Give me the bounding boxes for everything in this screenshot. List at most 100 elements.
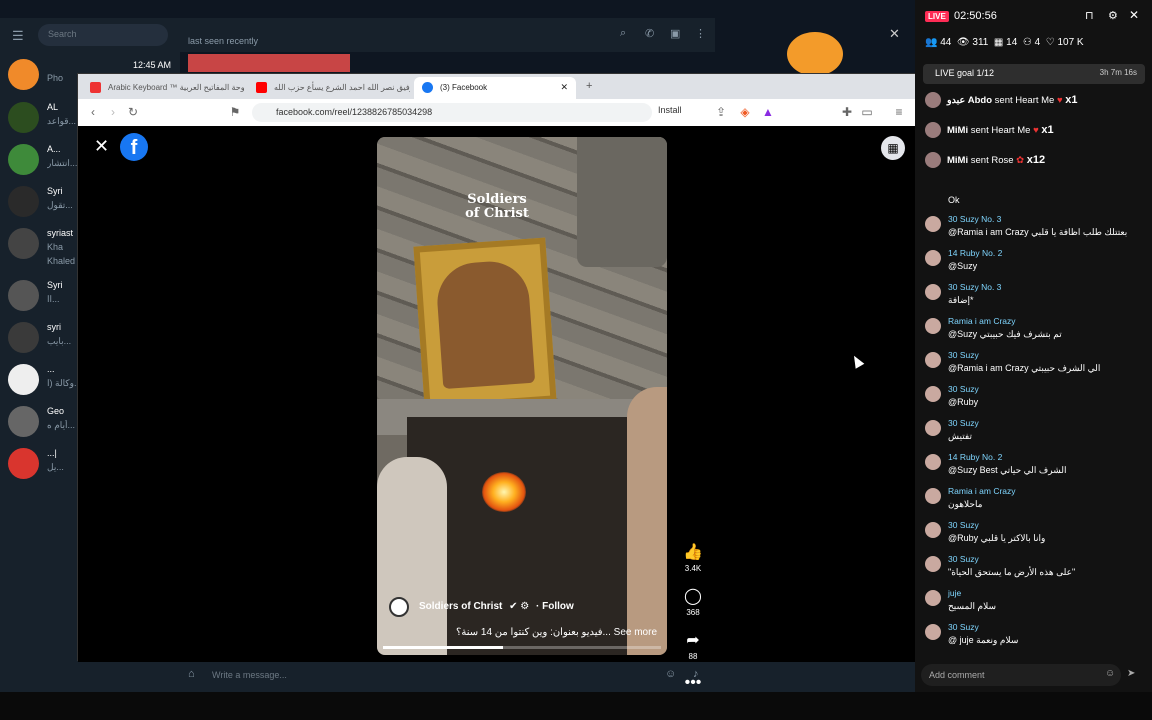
tab-bar: Arabic Keyboard ™ لوحة المفاتيح العربية … xyxy=(78,74,916,99)
follow-button[interactable]: · Follow xyxy=(536,601,574,612)
comment-text: Ok xyxy=(948,195,960,205)
search-icon[interactable]: ⌕ xyxy=(620,27,626,40)
likes-count: 107 K xyxy=(1057,37,1084,48)
chat-preview: Kha xyxy=(47,242,64,252)
reload-icon[interactable]: ↻ xyxy=(126,105,140,119)
avatar xyxy=(8,280,39,311)
live-badge: LIVE xyxy=(925,11,949,22)
chat-list-item[interactable]: AL قواعد... xyxy=(0,98,80,138)
back-icon[interactable]: ‹ xyxy=(86,105,100,119)
chat-list-item[interactable]: syriast Kha Khaled xyxy=(0,224,80,270)
emoji-icon[interactable]: ☺ xyxy=(1105,668,1115,679)
message-input[interactable]: Write a message... xyxy=(212,670,287,680)
add-comment-input[interactable]: Add comment xyxy=(921,664,1121,686)
comment-text: إضافة* xyxy=(948,295,974,305)
chat-preview: تقول... xyxy=(47,200,73,210)
facebook-reel-viewer: ✕ f ▦ Soldiers of Christ Soldiers of Chr… xyxy=(78,126,916,691)
reel-video[interactable]: Soldiers of Christ Soldiers of Christ ✔ … xyxy=(377,137,667,655)
tab-label: (3) Facebook xyxy=(440,83,488,92)
chat-list-item[interactable]: A... انتشار... xyxy=(0,140,80,180)
chat-preview: اا... xyxy=(47,294,60,304)
chat-name: ...| xyxy=(47,448,57,458)
progress-fill xyxy=(383,646,503,649)
lock-icon[interactable]: ⊓ xyxy=(1085,9,1094,22)
close-icon[interactable]: ✕ xyxy=(94,136,109,157)
sidebar-icon[interactable]: ▭ xyxy=(860,105,874,119)
chat-preview: انتشار... xyxy=(47,158,78,168)
more-icon[interactable]: ⋮ xyxy=(695,27,706,40)
live-goal[interactable]: LIVE goal 1/12 3h 7m 16s xyxy=(923,64,1145,84)
more-options-button[interactable]: ••• xyxy=(678,674,708,692)
chat-list-item[interactable]: Geo أيام ه... xyxy=(0,402,80,442)
heart-gift-icon: ♥ xyxy=(1056,95,1063,106)
live-panel: LIVE 02:50:56 ⊓ ⚙ ✕ 👥 44 👁 311 ▦ 14 ⚇ 4 … xyxy=(915,0,1152,692)
share-count: 88 xyxy=(688,652,698,661)
comment-user: Ramia i am Crazy xyxy=(948,486,1016,496)
send-icon[interactable]: ➤ xyxy=(1127,668,1135,679)
comment-user: Ramia i am Crazy xyxy=(948,316,1016,326)
new-tab-button[interactable]: + xyxy=(586,80,592,92)
share-icon[interactable]: ⇪ xyxy=(714,105,728,119)
reel-caption[interactable]: فيديو بعنوان: وين كنتوا من 14 سنة؟... Se… xyxy=(452,627,657,638)
brave-shield-icon[interactable]: ◈ xyxy=(738,105,752,119)
close-icon[interactable]: ✕ xyxy=(889,26,900,42)
chat-list-item[interactable]: ...| يل... xyxy=(0,444,80,484)
thumbs-up-icon: 👍 xyxy=(683,544,703,561)
search-input[interactable]: Search xyxy=(38,24,168,46)
tab-youtube[interactable]: رفيق نصر الله احمد الشرع يسأع حزب الله xyxy=(248,77,410,99)
facebook-logo-icon[interactable]: f xyxy=(120,133,148,161)
chat-preview: يل... xyxy=(47,462,64,472)
phone-icon[interactable]: ✆ xyxy=(645,27,654,40)
comment-text: @Suzy Best الشرف الي حياتي xyxy=(948,465,1067,475)
close-icon[interactable]: ✕ xyxy=(1129,8,1139,22)
menu-grid-icon[interactable]: ▦ xyxy=(881,136,905,160)
chat-list-item[interactable]: ... وكالة (ا... xyxy=(0,360,80,400)
comment-button[interactable]: ◯ 368 xyxy=(678,586,708,617)
verified-icon: ✔ ⚙ xyxy=(509,601,530,612)
gift-action: sent Heart Me xyxy=(994,95,1055,106)
media-thumbnail[interactable] xyxy=(188,54,350,72)
chat-list-item[interactable]: syri بايب... xyxy=(0,318,80,358)
channel-name[interactable]: Soldiers of Christ ✔ ⚙ · Follow xyxy=(419,601,574,612)
comment-text: @ juje سلام ونعمة xyxy=(948,635,1019,645)
install-button[interactable]: Install xyxy=(658,105,682,115)
avatar[interactable] xyxy=(389,597,409,617)
chat-list-item[interactable]: Pho xyxy=(0,55,80,95)
like-button[interactable]: 👍 3.4K xyxy=(678,542,708,573)
avatar xyxy=(925,284,941,300)
channel-name-text: Soldiers of Christ xyxy=(419,601,503,612)
url-bar[interactable]: facebook.com/reel/1238826785034298 xyxy=(252,103,652,122)
video-progress-bar[interactable] xyxy=(383,646,661,649)
avatar xyxy=(925,352,941,368)
chat-list-item[interactable]: Syri اا... xyxy=(0,276,80,316)
chat-list-item[interactable]: Syri تقول... xyxy=(0,182,80,222)
bookmark-icon[interactable]: ⚑ xyxy=(228,105,242,119)
gift-user: MiMi xyxy=(947,155,969,166)
chat-name: AL xyxy=(47,102,59,112)
avatar xyxy=(8,59,39,90)
avatar xyxy=(925,250,941,266)
users-count: 44 xyxy=(940,37,952,48)
attach-icon[interactable]: ⌂ xyxy=(188,668,195,680)
close-tab-icon[interactable]: ✕ xyxy=(560,82,568,93)
avatar xyxy=(925,590,941,606)
comment-user: 30 Suzy No. 3 xyxy=(948,282,1002,292)
comment-text: @Ramia i am Crazy بعتتلك طلب اظافة يا قل… xyxy=(948,227,1128,237)
tab-facebook[interactable]: (3) Facebook ✕ xyxy=(414,77,576,99)
comment-icon: ◯ xyxy=(684,588,702,605)
menu-icon[interactable]: ☰ xyxy=(12,28,24,44)
rose-gift-icon: ✿ xyxy=(1016,155,1025,166)
extensions-icon[interactable]: ✚ xyxy=(840,105,854,119)
settings-icon[interactable]: ⚙ xyxy=(1108,9,1118,22)
comment-text: @Ruby xyxy=(948,397,979,407)
tab-arabic-keyboard[interactable]: Arabic Keyboard ™ لوحة المفاتيح العربية xyxy=(82,77,244,99)
forward-icon[interactable]: › xyxy=(106,105,120,119)
sidebar-toggle-icon[interactable]: ▣ xyxy=(670,27,680,40)
share-button[interactable]: ➦ 88 xyxy=(678,630,708,661)
religious-icon-painting xyxy=(413,237,557,411)
menu-icon[interactable]: ≡ xyxy=(892,105,906,119)
views-count: 311 xyxy=(972,37,989,48)
rewards-icon[interactable]: ▲ xyxy=(761,105,775,119)
avatar xyxy=(8,144,39,175)
emoji-icon[interactable]: ☺ xyxy=(665,668,676,680)
